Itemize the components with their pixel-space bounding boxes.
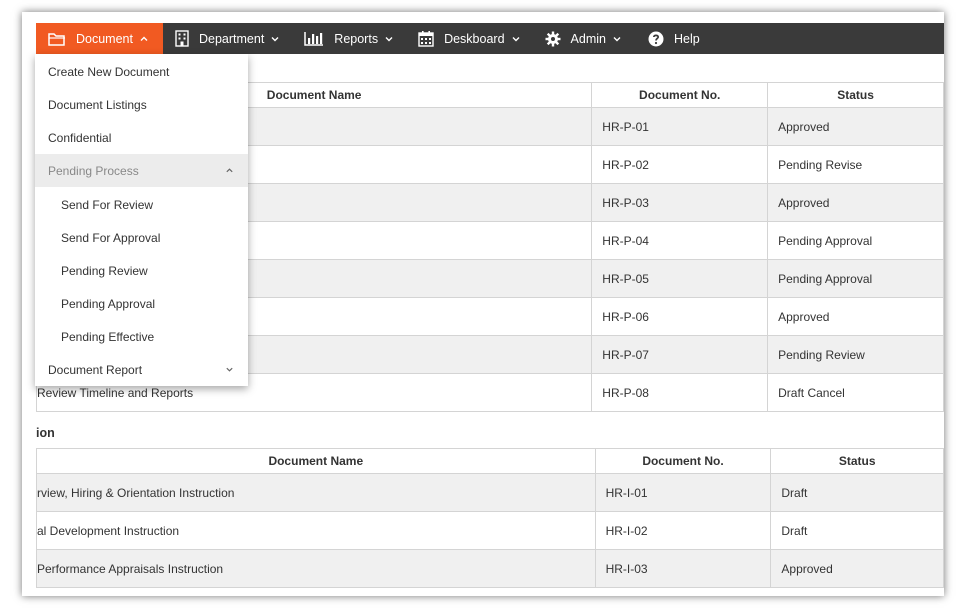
- col-document-no[interactable]: Document No.: [594, 448, 772, 474]
- gear-icon: [545, 31, 561, 46]
- menu-group-document-report[interactable]: Document Report: [35, 353, 248, 386]
- table-row[interactable]: Performance Appraisals Instruction HR-I-…: [36, 549, 944, 588]
- question-circle-icon: [648, 31, 664, 46]
- cell-document-name[interactable]: rview, Hiring & Orientation Instruction: [36, 473, 596, 512]
- cell-status: Pending Approval: [767, 259, 944, 298]
- cell-status: Pending Revise: [767, 145, 944, 184]
- menu-item-label: Create New Document: [48, 64, 170, 79]
- col-status[interactable]: Status: [767, 82, 944, 108]
- cell-document-no: HR-P-04: [591, 221, 769, 260]
- nav-reports-label: Reports: [334, 31, 379, 46]
- nav-document-label: Document: [76, 31, 133, 46]
- cell-status: Pending Review: [767, 335, 944, 374]
- cell-document-no: HR-P-02: [591, 145, 769, 184]
- table-row[interactable]: al Development Instruction HR-I-02 Draft: [36, 511, 944, 550]
- col-status[interactable]: Status: [770, 448, 944, 474]
- menu-item-label: Pending Approval: [61, 296, 156, 311]
- col-document-name[interactable]: Document Name: [36, 448, 596, 474]
- chevron-up-icon: [226, 168, 233, 173]
- menu-item-send-for-approval[interactable]: Send For Approval: [35, 221, 248, 254]
- building-icon: [175, 30, 189, 47]
- cell-status: Pending Approval: [767, 221, 944, 260]
- chevron-down-icon: [613, 36, 621, 41]
- cell-document-no: HR-P-06: [591, 297, 769, 336]
- menu-item-create-new-document[interactable]: Create New Document: [35, 55, 248, 88]
- menu-item-label: Pending Process: [48, 163, 139, 178]
- cell-document-no: HR-P-07: [591, 335, 769, 374]
- cell-status: Approved: [767, 107, 944, 146]
- nav-department-label: Department: [198, 31, 265, 46]
- calendar-icon: [418, 31, 434, 47]
- cell-document-no: HR-P-05: [591, 259, 769, 298]
- table-header-row: Document Name Document No. Status: [36, 448, 944, 474]
- menu-item-document-listings[interactable]: Document Listings: [35, 88, 248, 121]
- nav-document[interactable]: Document: [36, 23, 163, 54]
- cell-status: Approved: [767, 297, 944, 336]
- menu-item-confidential[interactable]: Confidential: [35, 121, 248, 154]
- document-dropdown-menu: Create New Document Document Listings Co…: [35, 54, 248, 386]
- cell-status: Approved: [767, 183, 944, 222]
- nav-admin[interactable]: Admin: [533, 23, 634, 54]
- cell-document-name[interactable]: al Development Instruction: [36, 511, 596, 550]
- nav-reports[interactable]: Reports: [292, 23, 406, 54]
- menu-item-label: Document Report: [48, 362, 143, 377]
- menu-item-label: Pending Effective: [61, 329, 155, 344]
- table-row[interactable]: rview, Hiring & Orientation Instruction …: [36, 473, 944, 512]
- chevron-down-icon: [226, 367, 233, 372]
- cell-document-no: HR-I-02: [594, 511, 772, 550]
- folder-icon: [48, 32, 65, 46]
- menu-item-label: Send For Review: [61, 197, 154, 212]
- top-navbar: Document Department Reports Deskboard Ad…: [36, 23, 944, 54]
- menu-item-label: Document Listings: [48, 97, 147, 112]
- menu-item-pending-approval[interactable]: Pending Approval: [35, 287, 248, 320]
- chevron-down-icon: [385, 36, 393, 41]
- instructions-table: Document Name Document No. Status rview,…: [36, 448, 944, 588]
- col-document-no[interactable]: Document No.: [591, 82, 769, 108]
- nav-admin-label: Admin: [570, 31, 606, 46]
- menu-item-send-for-review[interactable]: Send For Review: [35, 188, 248, 221]
- cell-document-name[interactable]: Performance Appraisals Instruction: [36, 549, 596, 588]
- chevron-down-icon: [512, 36, 520, 41]
- menu-item-pending-review[interactable]: Pending Review: [35, 254, 248, 287]
- nav-deskboard-label: Deskboard: [444, 31, 505, 46]
- menu-item-label: Pending Review: [61, 263, 148, 278]
- cell-document-no: HR-P-03: [591, 183, 769, 222]
- cell-status: Draft: [770, 473, 944, 512]
- menu-group-pending-process[interactable]: Pending Process: [35, 154, 248, 187]
- cell-document-no: HR-P-01: [591, 107, 769, 146]
- menu-item-label: Send For Approval: [61, 230, 161, 245]
- menu-item-pending-effective[interactable]: Pending Effective: [35, 320, 248, 353]
- cell-status: Draft Cancel: [767, 373, 944, 412]
- cell-status: Approved: [770, 549, 944, 588]
- nav-deskboard[interactable]: Deskboard: [406, 23, 532, 54]
- nav-department[interactable]: Department: [163, 23, 292, 54]
- cell-status: Draft: [770, 511, 944, 550]
- chevron-up-icon: [140, 36, 148, 41]
- chevron-down-icon: [271, 36, 279, 41]
- app-window: Document Department Reports Deskboard Ad…: [22, 12, 944, 596]
- menu-item-label: Confidential: [48, 130, 112, 145]
- bar-chart-icon: [304, 32, 324, 46]
- cell-document-no: HR-P-08: [591, 373, 769, 412]
- nav-help[interactable]: Help: [634, 23, 712, 54]
- nav-help-label: Help: [673, 31, 700, 46]
- cell-document-no: HR-I-01: [594, 473, 772, 512]
- section-title: ion: [36, 426, 55, 440]
- cell-document-no: HR-I-03: [594, 549, 772, 588]
